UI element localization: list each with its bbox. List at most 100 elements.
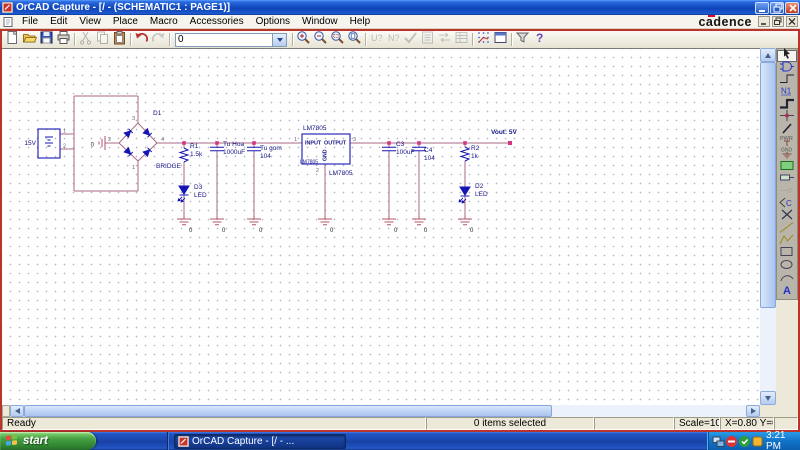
scroll-up-button[interactable]	[760, 48, 776, 62]
component-v1-source[interactable]	[37, 128, 61, 159]
schematic-canvas[interactable]: INPUT OUTPUT GND LM7805 15V D1 BRIDGE R1…	[2, 48, 760, 405]
d3-value[interactable]: LED	[194, 192, 207, 199]
c4-value[interactable]: 104	[424, 155, 435, 162]
u1-input-label: INPUT	[305, 141, 322, 147]
c2-value[interactable]: 104	[260, 153, 271, 160]
u1-gnd-label: GND	[323, 149, 329, 161]
vout-node	[508, 141, 512, 145]
minimize-button[interactable]	[755, 1, 769, 14]
menu-edit[interactable]: Edit	[44, 15, 73, 29]
scroll-right-button[interactable]	[746, 405, 760, 417]
toolbar-separator	[472, 33, 473, 46]
start-button[interactable]: start	[0, 432, 96, 450]
wires[interactable]	[60, 95, 510, 216]
annotate-button: U?	[368, 32, 385, 48]
c3-value[interactable]: 100uF	[396, 149, 414, 156]
combo-dropdown-icon[interactable]	[272, 33, 286, 46]
ground-left-rotated	[98, 136, 106, 150]
arrow-left-icon	[14, 408, 20, 414]
project-manager-button[interactable]	[492, 31, 509, 48]
status-grip	[774, 417, 798, 430]
security-alert-icon[interactable]	[725, 435, 737, 448]
svg-text:N1: N1	[781, 87, 792, 96]
menu-place[interactable]: Place	[107, 15, 144, 29]
zoom-all-button[interactable]	[346, 30, 363, 48]
scrollbar-corner	[760, 405, 776, 417]
d2-value[interactable]: LED	[475, 191, 488, 198]
place-text-button[interactable]: A	[777, 285, 797, 297]
resistor-r1	[179, 147, 189, 163]
toolbar-separator	[74, 33, 75, 46]
open-document-button[interactable]	[21, 32, 38, 48]
menu-view[interactable]: View	[73, 15, 107, 29]
r2-ref[interactable]: R2	[471, 145, 480, 152]
menu-file[interactable]: File	[16, 15, 44, 29]
mdi-restore-button[interactable]	[772, 16, 784, 27]
zoom-in-button[interactable]	[295, 30, 312, 48]
ground-label: 0	[424, 228, 428, 234]
ground-labels: 0 0 0 0 0 0 0 0	[91, 143, 474, 235]
zoom-out-button[interactable]	[312, 30, 329, 48]
mdi-close-button[interactable]	[786, 16, 798, 27]
menu-macro[interactable]: Macro	[144, 15, 184, 29]
vout-label[interactable]: Vout: 5V	[491, 129, 518, 136]
taskbar-item-orcad[interactable]: OrCAD Capture - [/ - ...	[174, 433, 346, 449]
orcad-app-icon	[1, 1, 14, 14]
c1-ref[interactable]: Tu Hoa	[223, 141, 244, 148]
close-button[interactable]	[785, 1, 799, 14]
c2-ref[interactable]: Tu gom	[260, 145, 282, 152]
v1-value[interactable]: 15V	[24, 140, 36, 147]
bridge-diodes[interactable]	[123, 127, 153, 158]
schematic-drawing[interactable]: INPUT OUTPUT GND LM7805 15V D1 BRIDGE R1…	[2, 49, 760, 405]
d1-ref[interactable]: D1	[153, 110, 162, 117]
ground-label: 0	[394, 228, 398, 234]
scroll-down-button[interactable]	[760, 391, 776, 405]
zoom-level-input[interactable]	[176, 33, 272, 46]
c4-ref[interactable]: C4	[424, 147, 433, 154]
horizontal-scrollbar[interactable]	[2, 405, 760, 417]
u1-value[interactable]: LM7805	[300, 160, 318, 166]
pane-splitter[interactable]	[2, 405, 10, 417]
c1-value[interactable]: 1000uF	[223, 149, 245, 156]
u1-bottom-label[interactable]: LM7805	[329, 170, 353, 177]
ground-label: 0	[330, 228, 334, 234]
u1-pin3: 3	[353, 137, 356, 143]
new-document-button[interactable]	[4, 30, 21, 48]
zoom-area-button[interactable]	[329, 30, 346, 48]
r1-value[interactable]: 1.5k	[190, 151, 203, 158]
save-document-button[interactable]	[38, 31, 55, 48]
title-bar[interactable]: OrCAD Capture - [/ - (SCHEMATIC1 : PAGE1…	[0, 0, 800, 15]
menu-window[interactable]: Window	[296, 15, 344, 29]
print-button[interactable]	[55, 30, 72, 48]
c3-ref[interactable]: C3	[396, 141, 405, 148]
antivirus-icon[interactable]	[738, 435, 750, 448]
undo-button[interactable]	[133, 32, 150, 48]
u1-ref[interactable]: LM7805	[303, 125, 327, 132]
vertical-scrollbar[interactable]	[760, 48, 776, 405]
restore-button[interactable]	[770, 1, 784, 14]
capacitor-c3	[381, 146, 397, 152]
d1-value[interactable]: BRIDGE	[156, 163, 182, 170]
zoom-level-combo[interactable]	[175, 32, 287, 47]
horizontal-scroll-thumb[interactable]	[24, 405, 552, 417]
paste-button[interactable]	[111, 30, 128, 48]
r1-ref[interactable]: R1	[190, 143, 199, 150]
update-icon[interactable]	[751, 435, 763, 448]
d2-ref[interactable]: D2	[475, 183, 484, 190]
r2-value[interactable]: 1k	[471, 153, 479, 160]
mdi-minimize-button[interactable]	[758, 16, 770, 27]
menu-accessories[interactable]: Accessories	[184, 15, 250, 29]
help-button[interactable]: ?	[531, 31, 548, 48]
menu-help[interactable]: Help	[344, 15, 377, 29]
place-text-icon: A	[778, 283, 796, 301]
component-u1-lm7805[interactable]: INPUT OUTPUT GND LM7805	[300, 133, 351, 166]
u1-pin2: 2	[316, 168, 319, 174]
d3-ref[interactable]: D3	[194, 184, 203, 191]
ground-symbols[interactable]	[98, 136, 473, 226]
selection-filter-button[interactable]	[514, 32, 531, 48]
vertical-scroll-thumb[interactable]	[760, 62, 776, 308]
menu-options[interactable]: Options	[250, 15, 296, 29]
snap-to-grid-button[interactable]	[475, 31, 492, 48]
network-icon[interactable]	[712, 435, 725, 448]
scroll-left-button[interactable]	[10, 405, 24, 417]
